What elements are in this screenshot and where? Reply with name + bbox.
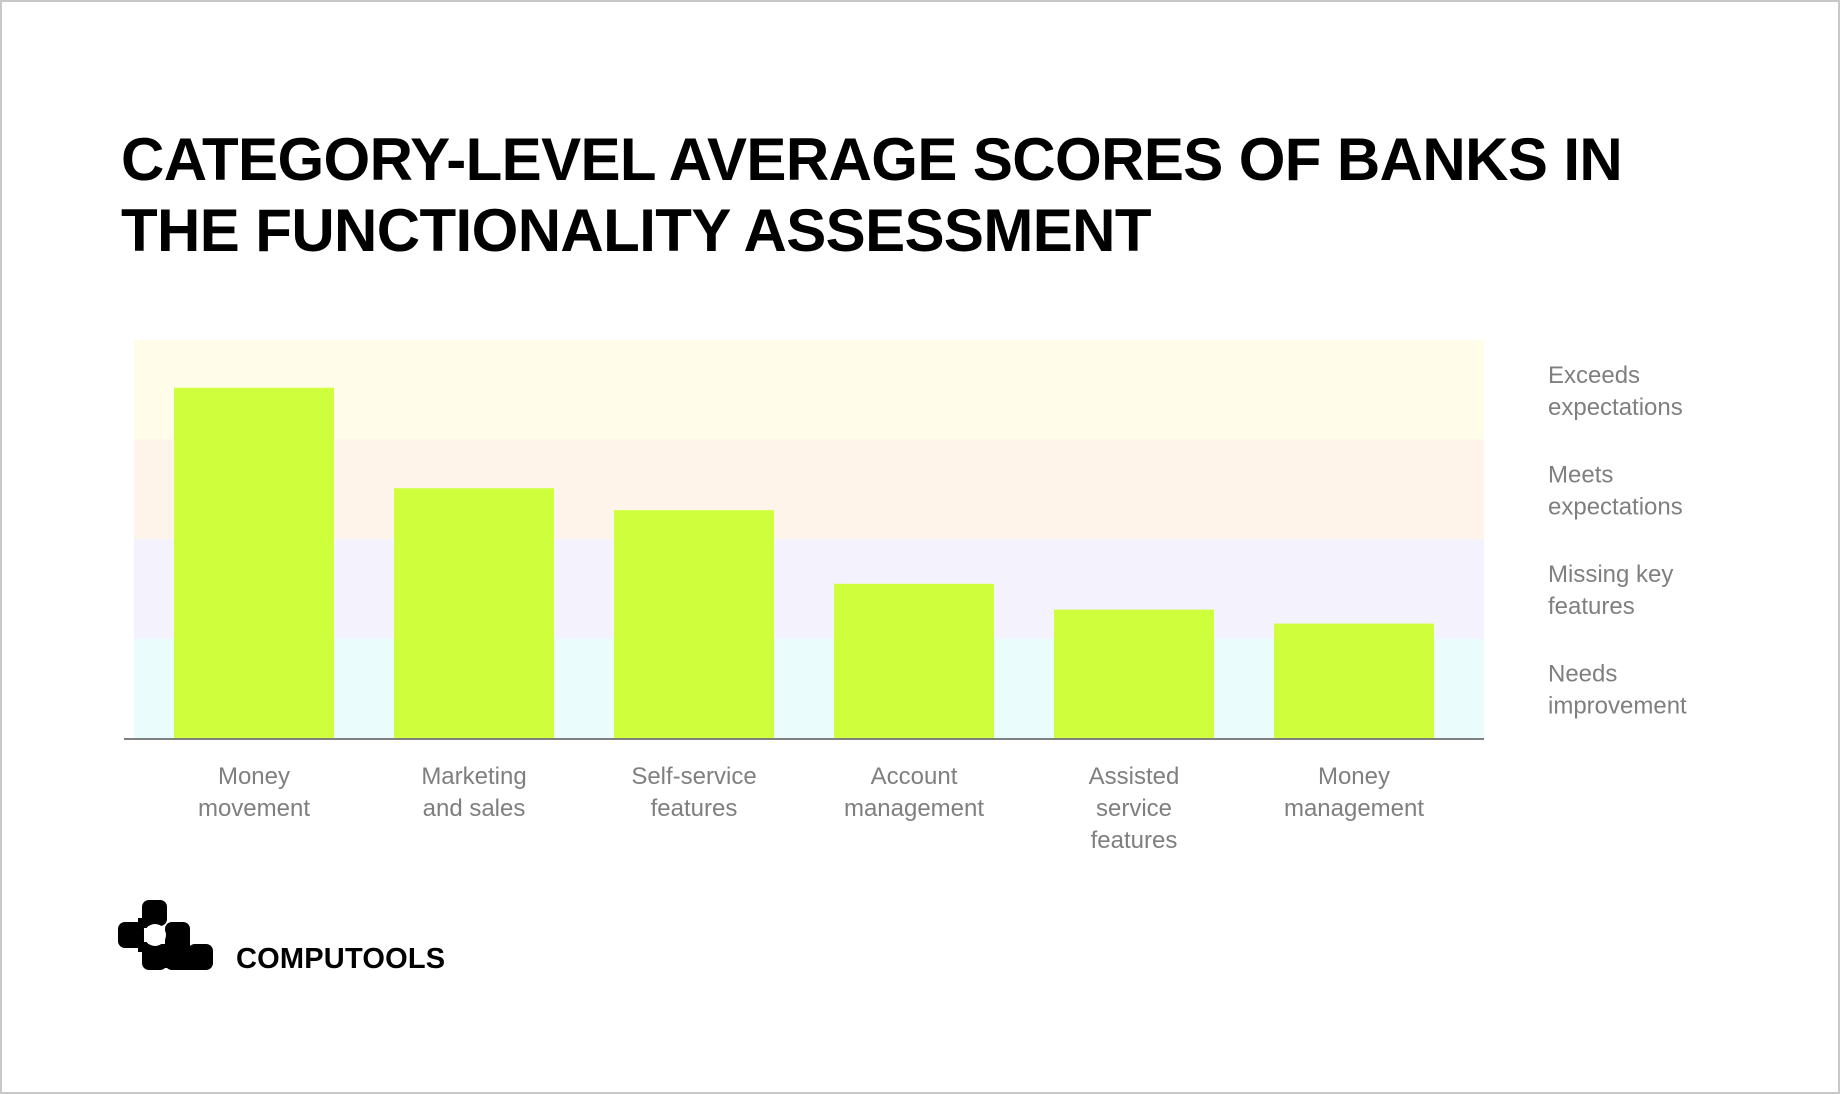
band-label-1: Meets expectations xyxy=(1548,461,1683,520)
x-tick-label-2: Self-service features xyxy=(631,763,756,822)
x-tick-label-line: Self-service xyxy=(631,763,756,790)
band-label-line: Exceeds xyxy=(1548,362,1640,389)
x-tick-label-line: Money xyxy=(218,763,290,790)
brand-name: COMPUTOOLS xyxy=(236,943,446,975)
band-label-line: improvement xyxy=(1548,692,1687,719)
computools-logo-icon xyxy=(118,900,213,970)
band-0 xyxy=(134,340,1484,440)
bar-1 xyxy=(394,488,554,738)
x-tick-label-line: Assisted xyxy=(1089,763,1180,790)
x-tick-label-line: management xyxy=(1284,795,1424,822)
x-tick-label-1: Marketing and sales xyxy=(421,763,526,822)
x-tick-label-line: Account xyxy=(871,763,958,790)
x-tick-label-line: service xyxy=(1096,795,1172,822)
x-tick-label-line: features xyxy=(651,795,738,822)
band-label-line: Needs xyxy=(1548,660,1617,687)
band-1 xyxy=(134,439,1484,539)
brand-logo xyxy=(118,900,214,972)
band-label-line: features xyxy=(1548,593,1635,620)
x-tick-label-3: Account management xyxy=(844,763,984,822)
band-label-line: Missing key xyxy=(1548,561,1673,588)
bar-5 xyxy=(1274,623,1434,738)
x-tick-label-line: management xyxy=(844,795,984,822)
band-label-0: Exceeds expectations xyxy=(1548,362,1683,421)
band-label-3: Needs improvement xyxy=(1548,660,1687,719)
x-tick-label-0: Money movement xyxy=(198,763,310,822)
band-label-line: expectations xyxy=(1548,493,1683,520)
band-label-line: expectations xyxy=(1548,394,1683,421)
x-tick-label-line: movement xyxy=(198,795,310,822)
x-tick-label-4: Assisted service features xyxy=(1089,763,1180,854)
x-axis-labels: Money movement Marketing and sales Self-serv… xyxy=(198,763,1424,854)
bar-4 xyxy=(1054,609,1214,738)
bar-3 xyxy=(834,583,994,738)
x-tick-label-line: features xyxy=(1091,827,1178,854)
band-label-line: Meets xyxy=(1548,461,1613,488)
x-tick-label-line: and sales xyxy=(423,795,526,822)
band-legend: Exceeds expectations Meets expectations Miss… xyxy=(1548,362,1687,720)
bar-2 xyxy=(614,510,774,738)
x-tick-label-line: Marketing xyxy=(421,763,526,790)
x-tick-label-line: Money xyxy=(1318,763,1390,790)
bar-0 xyxy=(174,387,334,738)
x-tick-label-5: Money management xyxy=(1284,763,1424,822)
bar-chart: Money movement Marketing and sales Self-serv… xyxy=(124,340,1687,854)
band-label-2: Missing key features xyxy=(1548,561,1673,620)
